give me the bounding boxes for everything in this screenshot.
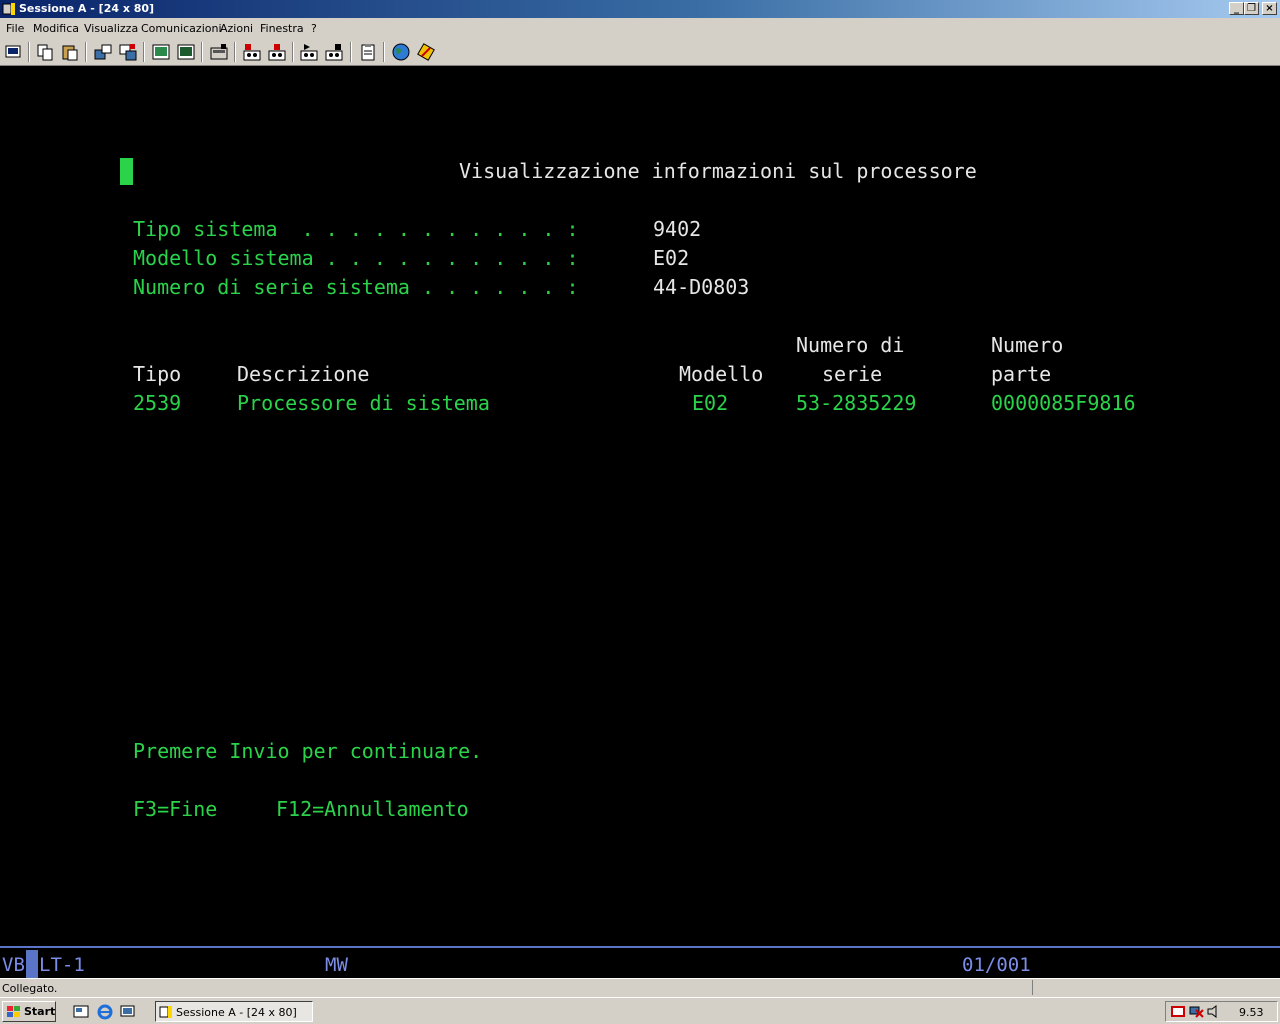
menu-azioni[interactable]: Azioni — [220, 22, 253, 35]
toolbar-separator — [143, 42, 145, 62]
text-cursor — [120, 158, 133, 185]
paste-icon[interactable] — [60, 42, 80, 62]
row-model: E02 — [692, 391, 729, 415]
send-file-icon[interactable] — [93, 42, 113, 62]
windows-logo-icon — [7, 1006, 20, 1017]
status-bar: Collegato. — [0, 978, 1280, 997]
column-header-part-top: Numero — [991, 333, 1064, 357]
row-description: Processore di sistema — [237, 391, 490, 415]
toolbar-separator — [85, 42, 87, 62]
macro-icon[interactable] — [209, 42, 229, 62]
taskbar-item-label: Sessione A - [24 x 80] — [176, 1006, 297, 1019]
terminal-screen[interactable]: Visualizzazione informazioni sul process… — [0, 66, 1280, 946]
f12-cancel-key[interactable]: F12=Annullamento — [276, 798, 469, 820]
globe-icon[interactable] — [391, 42, 411, 62]
menu-comunicazioni[interactable]: Comunicazioni — [141, 22, 222, 35]
oia-indicator: VB — [2, 954, 25, 976]
system-serial-label: Numero di serie sistema . . . . . . : — [133, 275, 579, 299]
menu-help[interactable]: ? — [311, 22, 317, 35]
f3-exit-key[interactable]: F3=Fine — [133, 798, 217, 820]
system-type-value: 9402 — [653, 217, 702, 241]
terminal-launcher-icon[interactable] — [119, 1003, 137, 1020]
operator-info-area: VB LT-1 MW 01/001 — [0, 946, 1280, 978]
status-pane — [1032, 980, 1278, 995]
volume-icon[interactable] — [1206, 1004, 1222, 1019]
window-title: Sessione A - [24 x 80] — [19, 2, 155, 15]
column-header-description: Descrizione — [237, 362, 370, 386]
session-app-icon — [159, 1006, 172, 1018]
menu-bar: File Modifica Visualizza Comunicazioni A… — [0, 18, 1280, 38]
toolbar-separator — [292, 42, 294, 62]
toolbar — [0, 38, 1280, 66]
menu-modifica[interactable]: Modifica — [33, 22, 79, 35]
row-serial: 53-2835229 — [796, 391, 917, 415]
record-macro-icon[interactable] — [242, 42, 262, 62]
network-icon[interactable] — [1188, 1004, 1204, 1019]
stop-macro-icon[interactable] — [267, 42, 287, 62]
print-screen-icon[interactable] — [3, 42, 23, 62]
pause-macro-icon[interactable] — [324, 42, 344, 62]
screen-title: Visualizzazione informazioni sul process… — [459, 159, 977, 183]
connection-status: Collegato. — [2, 982, 58, 995]
close-button[interactable]: × — [1262, 2, 1277, 15]
toolbar-separator — [234, 42, 236, 62]
menu-finestra[interactable]: Finestra — [260, 22, 304, 35]
taskbar: Start Sessione A - [24 x 80] 9.53 — [0, 997, 1280, 1024]
prompt-text: Premere Invio per continuare. — [133, 739, 483, 763]
restore-button[interactable]: ❐ — [1244, 2, 1259, 15]
copy-icon[interactable] — [35, 42, 55, 62]
row-type: 2539 — [133, 391, 182, 415]
column-header-model: Modello — [679, 362, 764, 386]
toolbar-separator — [28, 42, 30, 62]
system-serial-value: 44-D0803 — [653, 275, 750, 299]
row-part: 0000085F9816 — [991, 391, 1136, 415]
system-model-label: Modello sistema . . . . . . . . . . : — [133, 246, 579, 270]
keyboard-map-icon[interactable] — [176, 42, 196, 62]
oia-session-id: LT-1 — [39, 954, 85, 976]
column-header-serial-bottom: serie — [822, 362, 883, 386]
toolbar-separator — [350, 42, 352, 62]
help-icon[interactable] — [416, 42, 436, 62]
oia-cursor — [26, 950, 38, 978]
system-tray: 9.53 — [1165, 1001, 1278, 1022]
receive-file-icon[interactable] — [118, 42, 138, 62]
column-header-part-bottom: parte — [991, 362, 1052, 386]
system-model-value: E02 — [653, 246, 690, 270]
title-bar: Sessione A - [24 x 80] _ ❐ × — [0, 0, 1280, 18]
tray-app-icon[interactable] — [1170, 1004, 1186, 1019]
menu-file[interactable]: File — [6, 22, 24, 35]
oia-cursor-position: 01/001 — [962, 954, 1031, 976]
toolbar-separator — [383, 42, 385, 62]
taskbar-item-session-a[interactable]: Sessione A - [24 x 80] — [155, 1001, 313, 1022]
oia-mode: MW — [325, 954, 348, 976]
start-label: Start — [24, 1005, 56, 1018]
minimize-button[interactable]: _ — [1229, 2, 1244, 15]
app-icon[interactable] — [2, 2, 16, 16]
play-macro-icon[interactable] — [299, 42, 319, 62]
display-setup-icon[interactable] — [151, 42, 171, 62]
start-button[interactable]: Start — [2, 1001, 56, 1022]
clipboard-icon[interactable] — [358, 42, 378, 62]
column-header-serial-top: Numero di — [796, 333, 905, 357]
menu-visualizza[interactable]: Visualizza — [84, 22, 138, 35]
toolbar-separator — [201, 42, 203, 62]
internet-explorer-icon[interactable] — [96, 1003, 114, 1020]
system-type-label: Tipo sistema . . . . . . . . . . . : — [133, 217, 579, 241]
clock[interactable]: 9.53 — [1239, 1006, 1264, 1019]
show-desktop-icon[interactable] — [72, 1003, 90, 1020]
column-header-type: Tipo — [133, 362, 182, 386]
